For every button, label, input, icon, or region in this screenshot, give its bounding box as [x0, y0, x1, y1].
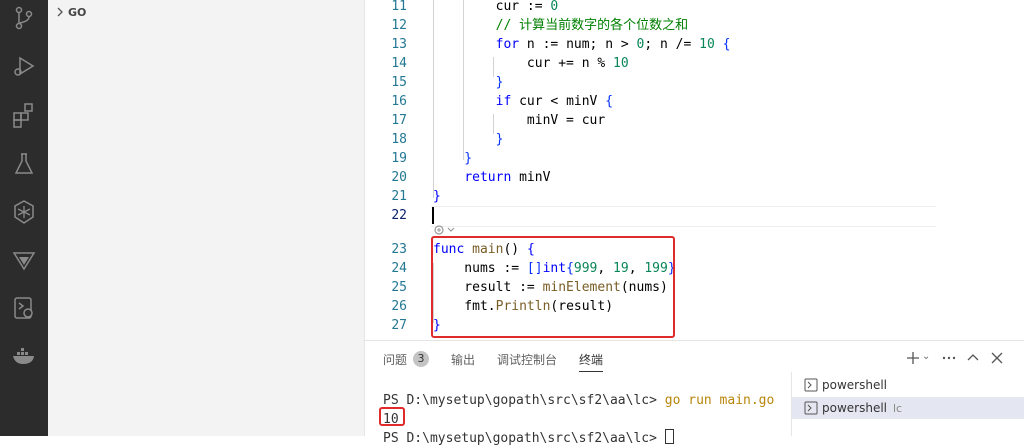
code-lens-icon[interactable]	[433, 224, 463, 236]
code-text: return minV	[464, 170, 551, 185]
terminal-prompt: PS D:\mysetup\gopath\src\sf2\aa\lc>	[383, 431, 665, 446]
terminal-command: go run main.go	[664, 393, 775, 408]
line-number: 11	[391, 0, 407, 14]
testing-icon[interactable]	[10, 150, 38, 178]
line-number: 13	[391, 37, 407, 52]
panel-tabs: 问题 3 输出 调试控制台 终端	[383, 349, 625, 372]
run-debug-icon[interactable]	[10, 52, 38, 80]
code-line: 20 return minV	[365, 168, 965, 187]
terminal-icon	[804, 401, 818, 415]
code-line: 13 for n := num; n > 0; n /= 10 {	[365, 35, 965, 54]
line-number: 22	[391, 208, 407, 223]
code-text: }	[433, 132, 504, 147]
terminal-icon	[804, 378, 818, 392]
sidebar-section-go[interactable]: GO	[54, 4, 86, 20]
code-line: 17 minV = cur	[365, 111, 965, 130]
maximize-panel-icon[interactable]	[965, 350, 981, 366]
extensions-icon[interactable]	[10, 101, 38, 129]
chevron-right-icon	[57, 7, 63, 17]
terminal-name: powershell	[822, 378, 887, 392]
code-line: 19 }	[365, 149, 965, 168]
terminal-line: PS D:\mysetup\gopath\src\sf2\aa\lc>	[383, 429, 774, 448]
sidebar: GO	[48, 0, 365, 436]
line-number: 18	[391, 132, 407, 147]
source-control-icon[interactable]	[10, 4, 38, 32]
terminal-prompt: PS D:\mysetup\gopath\src\sf2\aa\lc>	[383, 393, 665, 408]
line-number: 20	[391, 170, 407, 185]
activity-bar	[0, 0, 48, 436]
triangle-icon[interactable]	[10, 246, 38, 274]
code-line: 14 cur += n % 10	[365, 54, 965, 73]
terminal-list-item[interactable]: powershell lc	[792, 397, 1024, 419]
line-number: 23	[391, 242, 407, 257]
tab-label: 调试控制台	[497, 352, 558, 367]
line-number: 12	[391, 18, 407, 33]
terminal-cwd: lc	[893, 401, 903, 415]
code-text: for n := num; n > 0; n /= 10 {	[495, 37, 731, 52]
line-number: 14	[391, 56, 407, 71]
code-line: 15 }	[365, 73, 965, 92]
code-text: minV = cur	[433, 113, 606, 128]
line-number: 17	[391, 113, 407, 128]
code-line: 16 if cur < minV {	[365, 92, 965, 111]
chevron-down-icon[interactable]	[923, 350, 933, 366]
terminal-name: powershell	[822, 401, 887, 415]
line-number: 19	[391, 151, 407, 166]
terminal-output[interactable]: PS D:\mysetup\gopath\src\sf2\aa\lc> go r…	[383, 391, 774, 448]
code-editor[interactable]: 11 cur := 0 12 // 计算当前数字的各个位数之和 13 for n…	[365, 0, 1024, 340]
code-line: 21}	[365, 187, 965, 206]
code-line: 22	[365, 206, 965, 225]
line-number: 16	[391, 94, 407, 109]
panel-actions	[905, 350, 1013, 366]
tab-terminal[interactable]: 终端	[579, 351, 604, 372]
tab-problems[interactable]: 问题 3	[383, 351, 430, 368]
terminal-line: PS D:\mysetup\gopath\src\sf2\aa\lc> go r…	[383, 391, 774, 410]
text-cursor	[432, 207, 434, 224]
sidebar-section-title: GO	[68, 5, 87, 19]
line-number: 26	[391, 299, 407, 314]
code-text: }	[433, 75, 504, 90]
close-icon[interactable]	[989, 350, 1005, 366]
code-text: cur += n % 10	[433, 56, 629, 71]
docker-icon[interactable]	[10, 342, 38, 370]
code-text: }	[433, 189, 441, 204]
code-comment: // 计算当前数字的各个位数之和	[433, 18, 689, 33]
tab-label: 问题	[383, 352, 408, 367]
tab-output[interactable]: 输出	[451, 351, 475, 368]
terminal-list-item[interactable]: powershell	[792, 374, 1024, 396]
line-number: 15	[391, 75, 407, 90]
main-function-highlight	[431, 236, 675, 338]
tab-label: 终端	[579, 352, 604, 367]
output-highlight	[379, 407, 405, 426]
terminal-line: 10	[383, 410, 774, 429]
line-number: 21	[391, 189, 407, 204]
more-actions-icon[interactable]	[941, 350, 957, 366]
terminal-list: powershell powershell lc	[791, 372, 1024, 436]
line-number: 24	[391, 261, 407, 276]
line-number: 27	[391, 318, 407, 333]
remote-explorer-icon[interactable]	[10, 294, 38, 322]
tab-label: 输出	[451, 352, 476, 367]
new-terminal-icon[interactable]	[905, 350, 921, 366]
code-line: 11 cur := 0	[365, 0, 965, 16]
line-number: 25	[391, 280, 407, 295]
code-text: if cur < minV {	[495, 94, 614, 109]
tab-debug-console[interactable]: 调试控制台	[497, 351, 557, 368]
code-text: }	[433, 151, 473, 166]
kubernetes-icon[interactable]	[10, 198, 38, 226]
code-text: cur := 0	[433, 0, 559, 14]
problems-count-badge: 3	[413, 351, 430, 367]
code-line: 12 // 计算当前数字的各个位数之和	[365, 16, 965, 35]
terminal-cursor	[664, 429, 674, 444]
code-line: 18 }	[365, 130, 965, 149]
